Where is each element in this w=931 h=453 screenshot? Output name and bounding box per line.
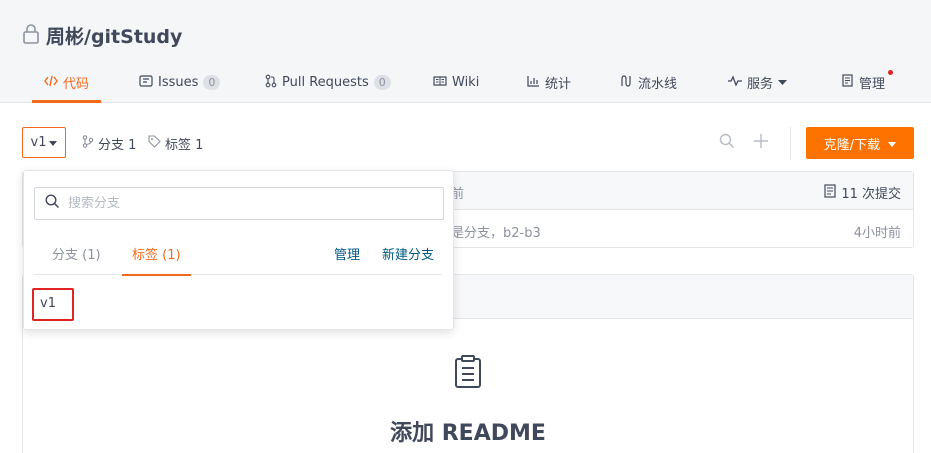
tab-issues[interactable]: Issues 0 — [139, 62, 221, 103]
new-branch-link[interactable]: 新建分支 — [382, 237, 434, 275]
search-icon — [719, 133, 735, 153]
ref-dropdown-panel: 分支 (1) 标签 (1) 管理 新建分支 v1 — [23, 170, 454, 330]
branches-link[interactable]: 分支 1 — [82, 134, 136, 153]
commit-time: 4小时前 — [853, 226, 901, 241]
pull-requests-count-badge: 0 — [373, 75, 391, 90]
manage-link[interactable]: 管理 — [334, 237, 360, 275]
branch-search-box[interactable] — [34, 187, 444, 220]
branch-tag-selector[interactable]: v1 — [22, 127, 66, 158]
repo-title: 周彬/gitStudy — [22, 22, 182, 49]
issues-icon — [139, 74, 153, 91]
clone-download-button[interactable]: 克隆/下载 — [806, 127, 914, 159]
caret-down-icon — [49, 135, 58, 150]
repo-nav-tabs: 代码 Issues 0 Pull Requests 0 Wiki 统计 流水线 … — [22, 62, 912, 103]
tab-services[interactable]: 服务 — [728, 62, 788, 103]
commit-list-icon — [824, 183, 836, 202]
clone-download-label: 克隆/下载 — [823, 137, 881, 153]
add-file-button[interactable] — [752, 134, 770, 152]
lock-icon — [22, 23, 40, 49]
ref-toolbar: v1 分支 1 标签 1 克隆/下载 — [22, 127, 914, 159]
ref-type-tabs: 分支 (1) 标签 (1) 管理 新建分支 — [34, 237, 442, 276]
branches-count-label: 分支 1 — [98, 138, 137, 153]
repo-header: 周彬/gitStudy 代码 Issues 0 Pull Requests 0 … — [0, 0, 931, 103]
caret-down-icon — [888, 136, 897, 151]
tags-link[interactable]: 标签 1 — [148, 134, 203, 153]
tags-count-label: 标签 1 — [165, 138, 204, 153]
pipeline-icon — [619, 74, 633, 92]
tab-stats[interactable]: 统计 — [527, 62, 571, 103]
notification-dot — [888, 70, 894, 75]
repo-name[interactable]: 周彬/gitStudy — [46, 22, 182, 49]
tab-code-label: 代码 — [63, 77, 90, 92]
toolbar-divider — [790, 127, 791, 159]
tab-pipeline-label: 流水线 — [638, 77, 678, 92]
document-manage-icon — [842, 74, 854, 91]
chevron-down-icon — [778, 75, 788, 90]
pull-request-icon — [265, 74, 277, 92]
branch-icon — [82, 135, 94, 152]
code-icon — [44, 75, 58, 91]
tab-code[interactable]: 代码 — [31, 62, 102, 103]
add-readme-title[interactable]: 添加 README — [23, 415, 913, 447]
tab-wiki-label: Wiki — [452, 75, 480, 90]
current-ref-label: v1 — [30, 135, 47, 150]
commit-count-label: 11 次提交 — [841, 187, 901, 202]
issues-count-badge: 0 — [203, 75, 221, 90]
pulse-icon — [728, 74, 742, 91]
commit-count-link[interactable]: 11 次提交 — [824, 183, 901, 202]
tab-stats-label: 统计 — [545, 77, 572, 92]
branch-search-input[interactable] — [68, 196, 428, 211]
tag-list-item[interactable]: v1 — [32, 288, 74, 321]
tab-pull-requests-label: Pull Requests — [282, 75, 369, 90]
tab-pull-requests[interactable]: Pull Requests 0 — [265, 62, 391, 103]
bar-chart-icon — [527, 75, 540, 91]
commit-message[interactable]: 是分支，b2-b3 — [451, 222, 541, 241]
tab-branches[interactable]: 分支 (1) — [52, 237, 101, 275]
tab-pipeline[interactable]: 流水线 — [619, 62, 677, 103]
tab-manage-label: 管理 — [859, 77, 886, 92]
search-icon — [45, 194, 60, 213]
tab-services-label: 服务 — [747, 77, 774, 92]
plus-icon — [753, 133, 769, 153]
document-icon — [453, 355, 483, 393]
tab-wiki[interactable]: Wiki — [433, 62, 479, 103]
tab-issues-label: Issues — [158, 75, 199, 90]
search-file-button[interactable] — [718, 133, 736, 153]
tab-tags[interactable]: 标签 (1) — [122, 237, 191, 276]
tag-icon — [148, 135, 161, 152]
tab-manage[interactable]: 管理 — [842, 62, 894, 103]
book-icon — [433, 75, 447, 91]
